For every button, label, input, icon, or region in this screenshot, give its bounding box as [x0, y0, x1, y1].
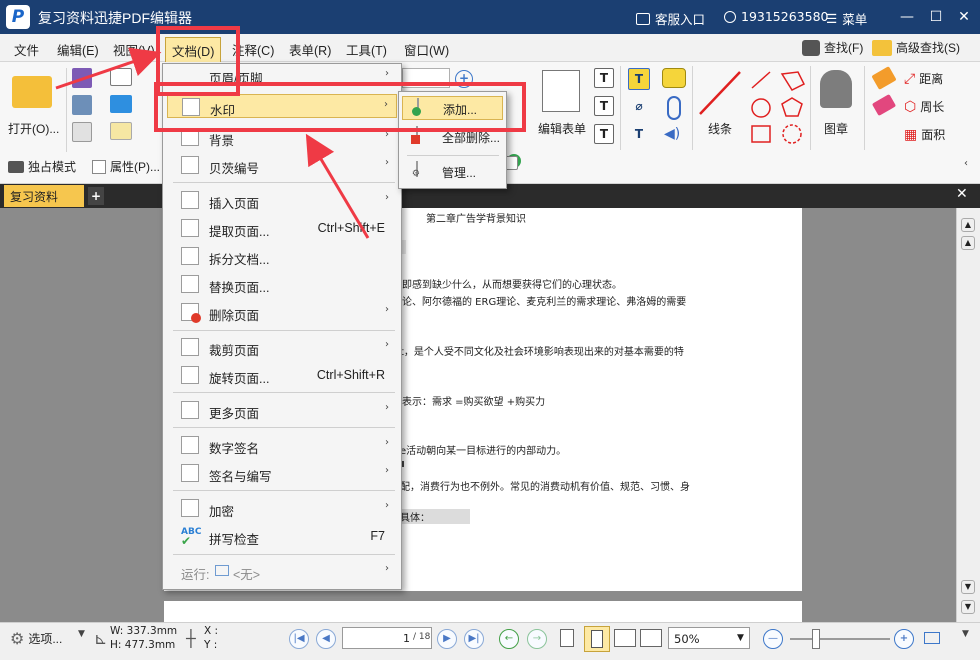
- annotation-arrow-2: [305, 133, 370, 239]
- annotation-arrows: [55, 47, 370, 239]
- annotation-arrow-1: [55, 47, 162, 90]
